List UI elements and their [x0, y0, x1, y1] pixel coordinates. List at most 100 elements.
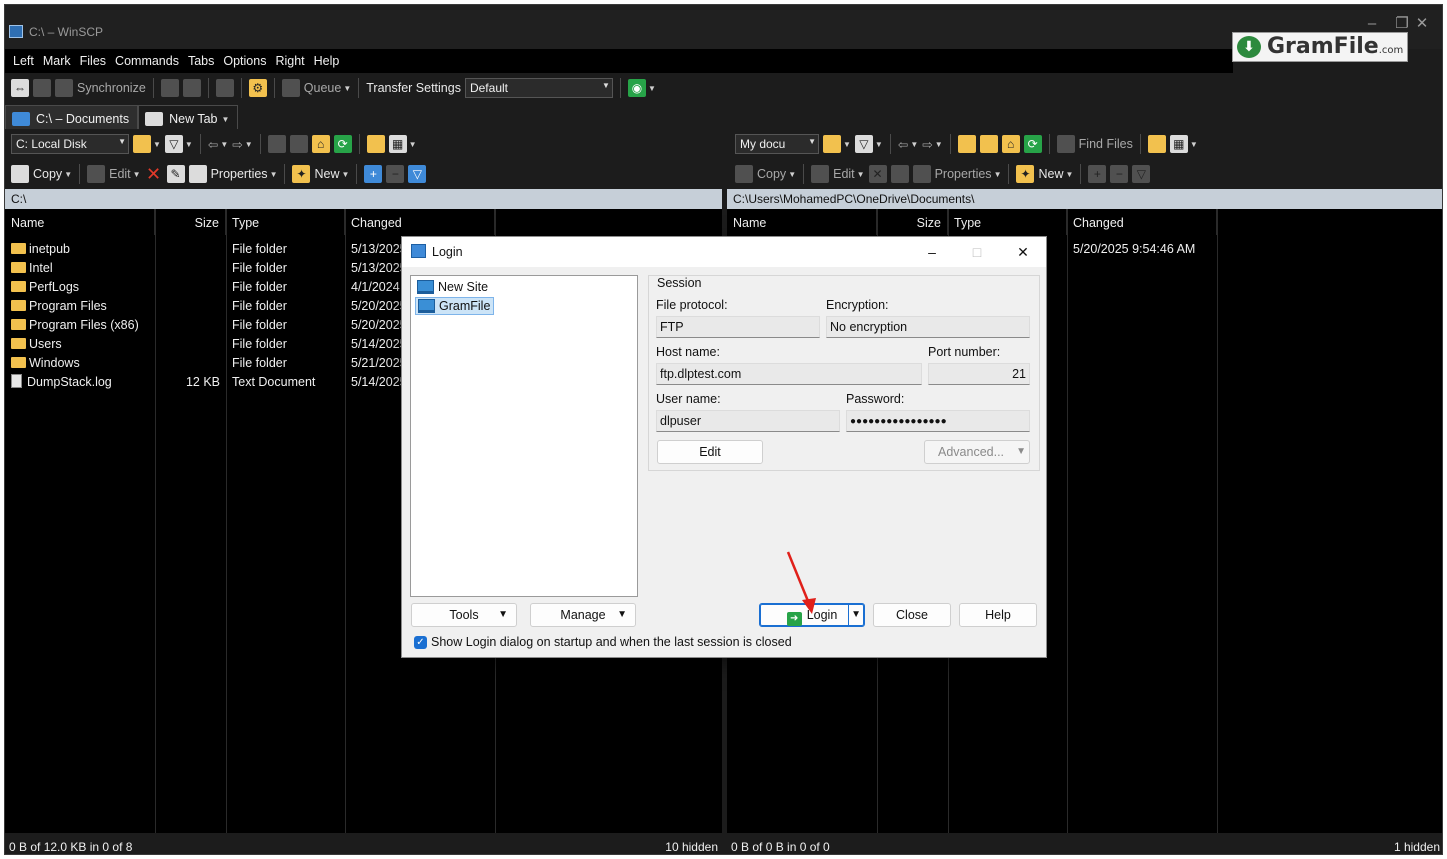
parent-directory-icon[interactable] [957, 135, 976, 153]
left-drive-select[interactable]: C: Local Disk ▼ [11, 134, 129, 154]
edit-dropdown-icon[interactable]: ▼ [133, 170, 141, 179]
preferences-gear-icon[interactable]: ⚙ [248, 79, 267, 97]
cache-icon[interactable] [215, 79, 234, 97]
column-changed-header[interactable]: Changed [345, 209, 495, 235]
properties-icon[interactable] [188, 165, 207, 183]
view-dropdown-icon[interactable]: ▼ [1190, 140, 1198, 149]
forward-arrow-icon[interactable]: ⇨ [232, 137, 242, 152]
port-number-input[interactable]: 21 [928, 363, 1030, 385]
right-new-button[interactable]: New [1038, 167, 1063, 181]
advanced-button[interactable]: Advanced... ▼ [924, 440, 1030, 464]
unselect-minus-icon[interactable]: − [1110, 165, 1129, 183]
tab-local-documents[interactable]: C:\ – Documents [5, 105, 139, 129]
back-arrow-icon[interactable]: ⇦ [898, 137, 908, 152]
rename-icon[interactable]: ✎ [166, 165, 185, 183]
unselect-minus-icon[interactable]: − [386, 165, 405, 183]
back-arrow-icon[interactable]: ⇦ [208, 137, 218, 152]
edit-icon[interactable] [811, 165, 830, 183]
column-name-header[interactable]: Name [5, 209, 155, 235]
column-size-header[interactable]: Size [155, 209, 226, 235]
transfer-settings-select[interactable]: Default ▼ [464, 78, 613, 98]
filter-icon[interactable]: ▽ [164, 135, 183, 153]
edit-dropdown-icon[interactable]: ▼ [857, 170, 865, 179]
menu-help[interactable]: Help [314, 54, 340, 68]
copy-icon[interactable] [735, 165, 753, 183]
forward-dropdown-icon[interactable]: ▼ [935, 140, 943, 149]
view-icon[interactable]: ▦ [1169, 135, 1188, 153]
tab-new-tab[interactable]: New Tab ▼ [138, 105, 239, 129]
column-type-header[interactable]: Type [226, 209, 345, 235]
close-button[interactable]: Close [873, 603, 951, 627]
root-directory-icon[interactable] [979, 135, 998, 153]
filter-select-icon[interactable]: ▽ [1132, 165, 1151, 183]
home-icon[interactable]: ⌂ [1001, 135, 1020, 153]
new-icon[interactable]: ✦ [292, 165, 311, 183]
filter-dropdown-icon[interactable]: ▼ [185, 140, 193, 149]
host-name-input[interactable]: ftp.dlptest.com [656, 363, 922, 385]
menu-left[interactable]: Left [13, 54, 34, 68]
synchronize-browsing-icon[interactable] [33, 79, 51, 97]
column-type-header[interactable]: Type [948, 209, 1067, 235]
new-icon[interactable]: ✦ [1016, 165, 1035, 183]
new-dropdown-icon[interactable]: ▼ [342, 170, 350, 179]
dialog-close-icon[interactable]: ✕ [1008, 241, 1038, 263]
tools-button[interactable]: Tools ▼ [411, 603, 517, 627]
synchronize-button[interactable]: Synchronize [77, 81, 146, 95]
select-plus-icon[interactable]: + [1088, 165, 1107, 183]
right-path-bar[interactable]: C:\Users\MohamedPC\OneDrive\Documents\ [727, 189, 1442, 209]
select-plus-icon[interactable]: + [364, 165, 383, 183]
password-input[interactable]: ●●●●●●●●●●●●●●●● [846, 410, 1030, 432]
menu-files[interactable]: Files [80, 54, 106, 68]
edit-button[interactable]: Edit [657, 440, 763, 464]
reconnect-globe-icon[interactable]: ◉ [627, 79, 646, 97]
filter-dropdown-icon[interactable]: ▼ [875, 140, 883, 149]
parent-directory-icon[interactable] [267, 135, 286, 153]
putty-icon[interactable] [182, 79, 201, 97]
find-files-icon[interactable] [1056, 135, 1075, 153]
menu-commands[interactable]: Commands [115, 54, 179, 68]
right-status-hidden[interactable]: 1 hidden [1394, 840, 1440, 854]
console-icon[interactable] [160, 79, 179, 97]
startup-checkbox-row[interactable]: ✓ Show Login dialog on startup and when … [414, 635, 792, 649]
site-new-site[interactable]: New Site [415, 278, 491, 296]
copy-dropdown-icon[interactable]: ▼ [64, 170, 72, 179]
right-copy-button[interactable]: Copy [757, 167, 786, 181]
file-protocol-select[interactable]: FTP [656, 316, 820, 338]
close-icon[interactable]: ✕ [1407, 9, 1437, 43]
back-dropdown-icon[interactable]: ▼ [910, 140, 918, 149]
filter-icon[interactable]: ▽ [854, 135, 873, 153]
menu-tabs[interactable]: Tabs [188, 54, 214, 68]
delete-icon[interactable]: ✕ [868, 165, 887, 183]
left-status-hidden[interactable]: 10 hidden [665, 840, 718, 854]
back-dropdown-icon[interactable]: ▼ [220, 140, 228, 149]
rename-icon[interactable] [890, 165, 909, 183]
open-directory-dropdown-icon[interactable]: ▼ [153, 140, 161, 149]
properties-dropdown-icon[interactable]: ▼ [994, 170, 1002, 179]
right-drive-select[interactable]: My docu ▼ [735, 134, 819, 154]
refresh-icon[interactable]: ⟳ [333, 135, 352, 153]
view-dropdown-icon[interactable]: ▼ [409, 140, 417, 149]
manage-button[interactable]: Manage ▼ [530, 603, 636, 627]
help-button[interactable]: Help [959, 603, 1037, 627]
user-name-input[interactable]: dlpuser [656, 410, 840, 432]
new-dropdown-icon[interactable]: ▼ [1066, 170, 1074, 179]
checkbox-checked-icon[interactable]: ✓ [414, 635, 427, 649]
forward-dropdown-icon[interactable]: ▼ [245, 140, 253, 149]
root-directory-icon[interactable] [289, 135, 308, 153]
login-dropdown-icon[interactable]: ▼ [848, 604, 861, 626]
open-directory-icon[interactable] [133, 135, 151, 153]
left-copy-button[interactable]: Copy [33, 167, 62, 181]
column-changed-header[interactable]: Changed [1067, 209, 1217, 235]
column-name-header[interactable]: Name [727, 209, 877, 235]
menu-options[interactable]: Options [223, 54, 266, 68]
edit-icon[interactable] [87, 165, 106, 183]
site-gramfile[interactable]: GramFile [415, 297, 495, 315]
dialog-minimize-icon[interactable]: – [917, 241, 947, 263]
login-button[interactable]: ➜ Login ▼ [759, 603, 865, 627]
compare-directories-icon[interactable]: ⇔ [11, 79, 29, 97]
column-size-header[interactable]: Size [877, 209, 948, 235]
refresh-icon[interactable]: ⟳ [1023, 135, 1042, 153]
open-directory-dropdown-icon[interactable]: ▼ [843, 140, 851, 149]
home-icon[interactable]: ⌂ [311, 135, 330, 153]
queue-dropdown-icon[interactable]: ▼ [343, 84, 351, 93]
